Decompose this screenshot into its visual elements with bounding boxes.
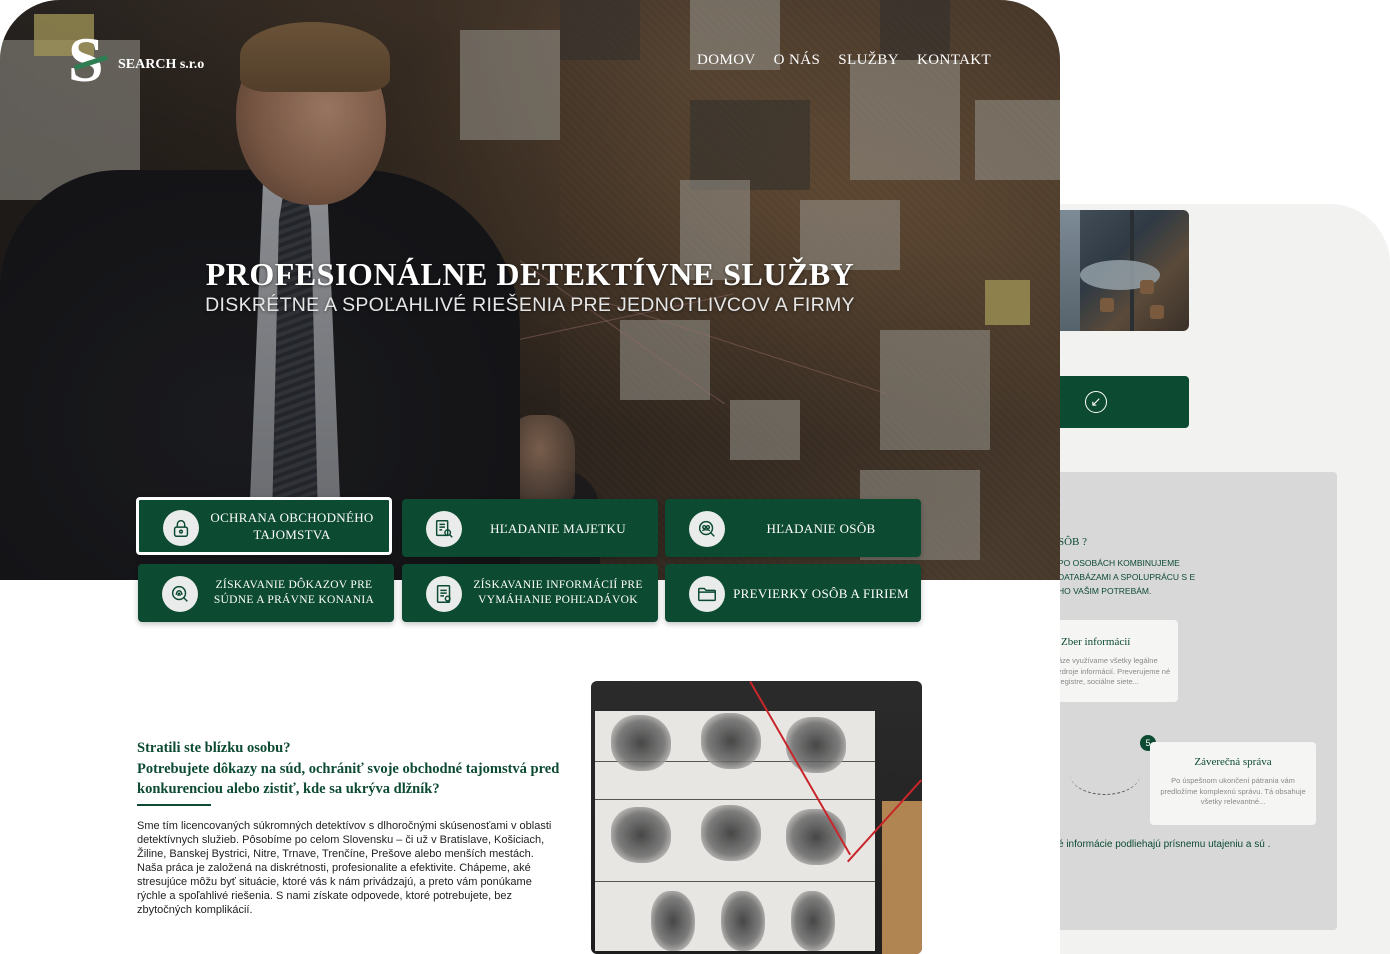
service-label: HĽADANIE OSÔB (766, 520, 876, 536)
service-label: HĽADANIE MAJETKU (490, 520, 626, 536)
meeting-room-photo (1040, 210, 1189, 331)
document-search-icon (426, 511, 462, 547)
service-evidence-button[interactable]: ZÍSKAVANIE DÔKAZOV PRE SÚDNE A PRÁVNE KO… (138, 564, 394, 622)
intro-heading: Stratili ste blízku osobu? Potrebujete d… (137, 738, 567, 800)
nav-about[interactable]: O NÁS (774, 52, 821, 69)
logo-icon: S (68, 28, 112, 92)
process-footer-text: é informácie podliehajú prísnemu utajeni… (1058, 839, 1271, 850)
service-person-search-button[interactable]: HĽADANIE OSÔB (665, 499, 921, 557)
process-panel: SÔB ? PO OSOBÁCH KOMBINUJEME DATABÁZAMI … (1040, 472, 1337, 930)
intro-question-line: Stratili ste blízku osobu? Potrebujete d… (137, 740, 560, 797)
service-label: PREVIERKY OSÔB A FIRIEM (733, 585, 909, 601)
brand-logo[interactable]: S SEARCH s.r.o (68, 28, 205, 92)
fingerprints-photo (591, 681, 922, 954)
step-card-info: Zber informácií áze využívame všetky leg… (1050, 620, 1178, 702)
main-page: S SEARCH s.r.o DOMOV O NÁS SLUŽBY KONTAK… (0, 0, 1060, 954)
step-card-title: Záverečná správa (1194, 756, 1272, 768)
service-trade-secret-button[interactable]: OCHRANA OBCHODNÉHO TAJOMSTVA (136, 497, 392, 555)
service-background-check-button[interactable]: PREVIERKY OSÔB A FIRIEM (665, 564, 921, 622)
nav-home[interactable]: DOMOV (697, 52, 756, 69)
folder-icon (689, 576, 725, 612)
intro-paragraph: Sme tím licencovaných súkromných detektí… (137, 820, 552, 916)
heading-underline (137, 804, 211, 806)
process-question: SÔB ? (1058, 536, 1088, 548)
step-card-text: Po úspešnom ukončení pátrania vám predlo… (1160, 776, 1306, 806)
service-debt-info-button[interactable]: ZÍSKAVANIE INFORMÁCIÍ PRE VYMÁHANIE POHĽ… (402, 564, 658, 622)
lock-icon (163, 510, 199, 546)
nav-services[interactable]: SLUŽBY (838, 52, 899, 69)
dashed-connector (1070, 754, 1140, 795)
fingerprint-search-icon (162, 576, 198, 612)
nav-contact[interactable]: KONTAKT (917, 52, 991, 69)
back-cta-button[interactable]: ↙ (1040, 376, 1189, 428)
service-label: OCHRANA OBCHODNÉHO TAJOMSTVA (210, 510, 374, 542)
step-card-title: Zber informácií (1061, 636, 1131, 648)
process-text: PO OSOBÁCH KOMBINUJEME DATABÁZAMI A SPOL… (1058, 558, 1196, 596)
document-list-icon (426, 576, 462, 612)
service-label: ZÍSKAVANIE DÔKAZOV PRE SÚDNE A PRÁVNE KO… (213, 579, 375, 606)
main-nav: DOMOV O NÁS SLUŽBY KONTAKT (697, 52, 991, 69)
hero-section: S SEARCH s.r.o DOMOV O NÁS SLUŽBY KONTAK… (0, 0, 1060, 580)
service-asset-search-button[interactable]: HĽADANIE MAJETKU (402, 499, 658, 557)
hero-subtitle: DISKRÉTNE A SPOĽAHLIVÉ RIEŠENIA PRE JEDN… (205, 294, 855, 316)
service-label: ZÍSKAVANIE INFORMÁCIÍ PRE VYMÁHANIE POHĽ… (473, 579, 643, 606)
hero-title: PROFESIONÁLNE DETEKTÍVNE SLUŽBY (205, 256, 855, 292)
brand-name: SEARCH s.r.o (118, 57, 205, 72)
step-card-report: Záverečná správa Po úspešnom ukončení pá… (1150, 742, 1316, 825)
people-search-icon (689, 511, 725, 547)
arrow-down-left-icon: ↙ (1085, 391, 1107, 413)
step-card-text: áze využívame všetky legálne zdroje info… (1058, 656, 1171, 686)
